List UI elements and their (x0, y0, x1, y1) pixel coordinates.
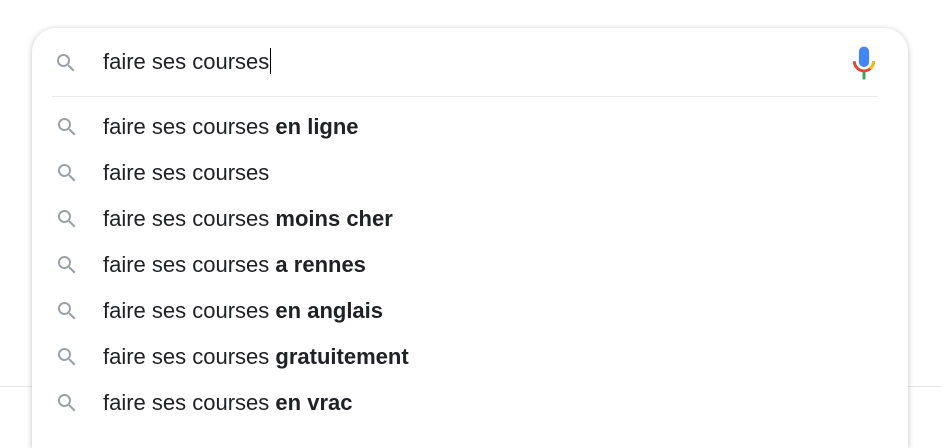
suggestion-list: faire ses courses en ligne faire ses cou… (32, 104, 908, 426)
suggestion-completion: en vrac (275, 390, 353, 415)
suggestion-text: faire ses courses moins cher (103, 196, 393, 242)
search-icon (58, 348, 76, 366)
text-caret (270, 48, 272, 75)
search-row: faire ses courses (32, 28, 908, 96)
suggestion-item[interactable]: faire ses courses en ligne (32, 104, 908, 150)
suggestion-text: faire ses courses en ligne (103, 104, 359, 150)
suggestion-text: faire ses courses en anglais (103, 288, 383, 334)
suggestion-prefix: faire ses courses (103, 390, 270, 415)
suggestion-item[interactable]: faire ses courses gratuitement (32, 334, 908, 380)
microphone-icon[interactable] (850, 46, 878, 80)
suggestion-text: faire ses courses gratuitement (103, 334, 409, 380)
search-icon (58, 394, 76, 412)
search-icon (57, 54, 75, 72)
suggestion-completion: en ligne (275, 114, 359, 139)
search-query: faire ses courses (103, 49, 270, 74)
suggestion-completion: moins cher (275, 206, 393, 231)
dropdown-separator (52, 96, 878, 97)
suggestion-prefix: faire ses courses (103, 252, 270, 277)
search-icon (58, 118, 76, 136)
search-icon (58, 164, 76, 182)
suggestion-item[interactable]: faire ses courses a rennes (32, 242, 908, 288)
suggestion-prefix: faire ses courses (103, 114, 270, 139)
suggestion-item[interactable]: faire ses courses moins cher (32, 196, 908, 242)
search-box: faire ses courses faire ses courses en l… (32, 28, 908, 448)
suggestion-completion: en anglais (275, 298, 384, 323)
suggestion-item[interactable]: faire ses courses en vrac (32, 380, 908, 426)
suggestion-completion: gratuitement (275, 344, 409, 369)
suggestion-prefix: faire ses courses (103, 298, 270, 323)
suggestion-text: faire ses courses a rennes (103, 242, 366, 288)
suggestion-completion: a rennes (275, 252, 366, 277)
suggestion-item[interactable]: faire ses courses en anglais (32, 288, 908, 334)
suggestion-prefix: faire ses courses (103, 206, 270, 231)
search-icon (58, 302, 76, 320)
suggestion-prefix: faire ses courses (103, 344, 270, 369)
search-icon (58, 210, 76, 228)
suggestion-prefix: faire ses courses (103, 160, 270, 185)
suggestion-item[interactable]: faire ses courses (32, 150, 908, 196)
search-icon (58, 256, 76, 274)
suggestion-text: faire ses courses en vrac (103, 380, 352, 426)
search-input[interactable]: faire ses courses (103, 45, 272, 79)
suggestion-text: faire ses courses (103, 150, 269, 196)
